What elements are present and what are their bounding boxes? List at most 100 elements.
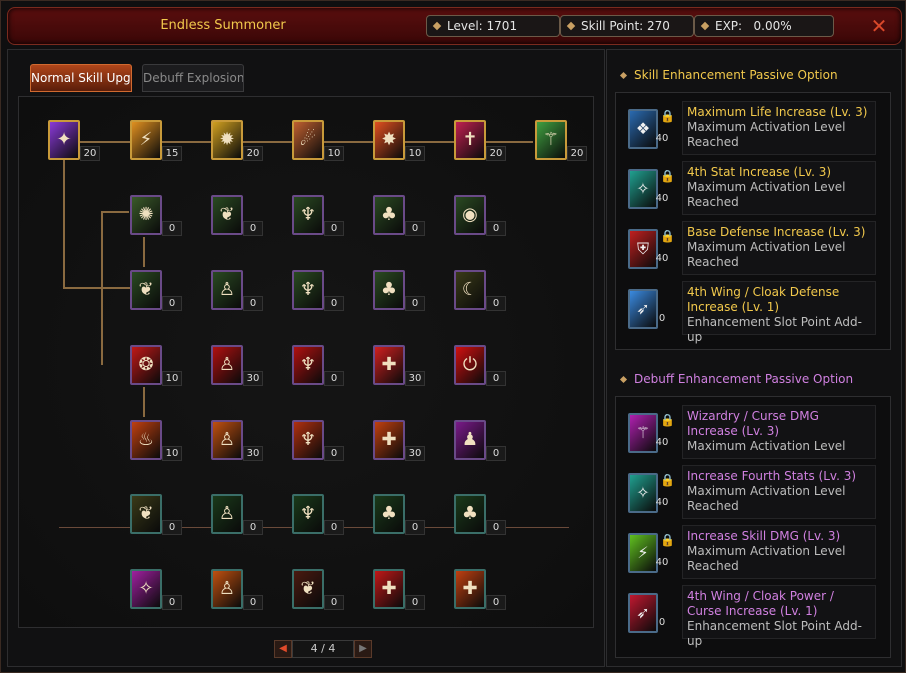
skill-slot[interactable]: ♣ (373, 494, 405, 534)
cross-icon: ✚ (462, 578, 478, 599)
skill-slot[interactable]: ♙ (211, 494, 243, 534)
figure-icon: ♙ (218, 279, 236, 300)
skill-enhancement-title: Skill Enhancement Passive Option (619, 68, 838, 82)
skill-slot[interactable]: ♣ (373, 195, 405, 235)
skill-slot[interactable]: ♆ (292, 195, 324, 235)
diamond-icon (619, 71, 628, 80)
skill-level: 0 (324, 595, 344, 610)
passive-option-item[interactable]: ➶ 0 4th Wing / Cloak Defense Increase (Lv.… (620, 281, 884, 344)
skill-level: 0 (243, 520, 263, 535)
skill-level: 10 (162, 371, 182, 386)
skill-slot[interactable]: ♆ (292, 494, 324, 534)
power-icon: ⏻ (462, 354, 478, 375)
skill-slot[interactable]: ☾ (454, 270, 486, 310)
skill-slot[interactable]: ⏻ (454, 345, 486, 385)
tab-debuff-explosion[interactable]: Debuff Explosion (142, 64, 244, 92)
skill-slot[interactable]: ⚚ (535, 120, 567, 160)
arcane-icon: ✦ (56, 129, 72, 150)
sparkle-icon: ✧ (138, 578, 154, 599)
passive-option-item[interactable]: ✧ 🔒 40 Increase Fourth Stats (Lv. 3) Maximum… (620, 465, 884, 519)
skill-level: 0 (324, 520, 344, 535)
spirit-icon: ♣ (461, 503, 479, 524)
skill-slot[interactable]: ✝ (454, 120, 486, 160)
passive-option-item[interactable]: ➶ 0 4th Wing / Cloak Power / Curse Increas… (620, 585, 884, 648)
next-page-button[interactable]: ▶ (354, 640, 372, 658)
skill-slot[interactable]: ✺ (130, 195, 162, 235)
skill-slot[interactable]: ♣ (373, 270, 405, 310)
flame-slash-icon: ⚡ (139, 129, 153, 150)
passive-option-item[interactable]: ⚡ 🔒 40 Increase Skill DMG (Lv. 3) Maximum Ac… (620, 525, 884, 579)
skill-tree: ✦ 20 ⚡ 15 ✹ 20 ☄ 10 ✸ 10 ✝ 20 ⚚ 20 ✺ 0 ❦ 0 ♆ 0 ♣ 0 ◉ 0 ❦ 0 ♙ 0 ♆ 0 ♣ 0 ☾… (18, 96, 594, 628)
skill-slot[interactable]: ❂ (130, 345, 162, 385)
skill-slot[interactable]: ♙ (211, 270, 243, 310)
skill-slot[interactable]: ♆ (292, 345, 324, 385)
option-text: Wizardry / Curse DMG Increase (Lv. 3) Max… (682, 405, 876, 459)
skill-slot[interactable]: ♣ (454, 494, 486, 534)
skill-slot[interactable]: ♟ (454, 420, 486, 460)
skill-slot[interactable]: ✦ (48, 120, 80, 160)
option-level: 40 (655, 437, 669, 448)
skill-slot[interactable]: ❦ (292, 569, 324, 609)
diamond-icon (432, 21, 442, 31)
prev-page-button[interactable]: ◀ (274, 640, 292, 658)
skill-slot[interactable]: ◉ (454, 195, 486, 235)
option-text: 4th Wing / Cloak Power / Curse Increase … (682, 585, 876, 648)
fire-icon: ✸ (381, 129, 397, 150)
skill-slot[interactable]: ❦ (130, 494, 162, 534)
passive-option-item[interactable]: ⛨ 🔒 40 Base Defense Increase (Lv. 3) Maximum… (620, 221, 884, 275)
skill-slot[interactable]: ⚡ (130, 120, 162, 160)
orb-icon: ◉ (462, 204, 478, 225)
skill-slot[interactable]: ✚ (373, 420, 405, 460)
wisp-icon: ❦ (138, 503, 154, 524)
skill-slot[interactable]: ❦ (211, 195, 243, 235)
staff-icon: ⚚ (542, 129, 560, 150)
skill-tree-panel: Normal Skill Upgi Debuff Explosion ✦ 20 ⚡ 1… (7, 49, 605, 667)
tree-connector (101, 211, 103, 365)
skill-slot[interactable]: ♆ (292, 270, 324, 310)
skill-slot[interactable]: ❦ (130, 270, 162, 310)
skill-level: 0 (486, 520, 506, 535)
diamond-icon (566, 21, 576, 31)
skill-slot[interactable]: ♨ (130, 420, 162, 460)
passive-options-panel: Skill Enhancement Passive Option ❖ 🔒 40 Max… (606, 49, 902, 667)
passive-option-item[interactable]: ❖ 🔒 40 Maximum Life Increase (Lv. 3) Maximum… (620, 101, 884, 155)
debuff-enhancement-list: ⚚ 🔒 40 Wizardry / Curse DMG Increase (Lv. 3… (615, 396, 891, 658)
option-description: Enhancement Slot Point Add-up (687, 315, 862, 344)
flame-pillar-icon: ♨ (137, 429, 155, 450)
skill-level: 0 (324, 446, 344, 461)
close-button[interactable]: ✕ (867, 14, 891, 38)
skill-slot[interactable]: ✚ (454, 569, 486, 609)
pagination: ◀ 4 / 4 ▶ (274, 640, 372, 658)
skill-level: 0 (405, 221, 425, 236)
skill-level: 20 (80, 146, 100, 161)
option-name: 4th Stat Increase (Lv. 3) (687, 165, 832, 179)
title-bar: Endless Summoner Level: 1701 Skill Point… (7, 7, 902, 45)
summoner-icon: ☄ (299, 129, 317, 150)
skill-slot[interactable]: ✚ (373, 345, 405, 385)
skill-slot[interactable]: ✧ (130, 569, 162, 609)
tab-normal-skill[interactable]: Normal Skill Upgi (30, 64, 132, 92)
skill-slot[interactable]: ♙ (211, 569, 243, 609)
skill-slot[interactable]: ♙ (211, 420, 243, 460)
cross-icon: ✚ (381, 354, 397, 375)
skill-slot[interactable]: ✸ (373, 120, 405, 160)
figure-icon: ♙ (218, 578, 236, 599)
option-description: Maximum Activation Level Reached (687, 120, 846, 149)
skill-level: 0 (162, 221, 182, 236)
tree-connector (63, 160, 65, 288)
spirit-icon: ♣ (380, 204, 398, 225)
skill-slot[interactable]: ✹ (211, 120, 243, 160)
option-level: 40 (655, 133, 669, 144)
skill-slot[interactable]: ☄ (292, 120, 324, 160)
spirit-icon: ♣ (380, 279, 398, 300)
debuff-enhancement-title: Debuff Enhancement Passive Option (619, 372, 853, 386)
option-name: Maximum Life Increase (Lv. 3) (687, 105, 868, 119)
option-text: Base Defense Increase (Lv. 3) Maximum Act… (682, 221, 876, 275)
skill-slot[interactable]: ♆ (292, 420, 324, 460)
skill-level: 30 (405, 371, 425, 386)
passive-option-item[interactable]: ✧ 🔒 40 4th Stat Increase (Lv. 3) Maximum Act… (620, 161, 884, 215)
skill-slot[interactable]: ♙ (211, 345, 243, 385)
guardian-icon: ♆ (299, 503, 317, 524)
passive-option-item[interactable]: ⚚ 🔒 40 Wizardry / Curse DMG Increase (Lv. 3… (620, 405, 884, 459)
skill-slot[interactable]: ✚ (373, 569, 405, 609)
